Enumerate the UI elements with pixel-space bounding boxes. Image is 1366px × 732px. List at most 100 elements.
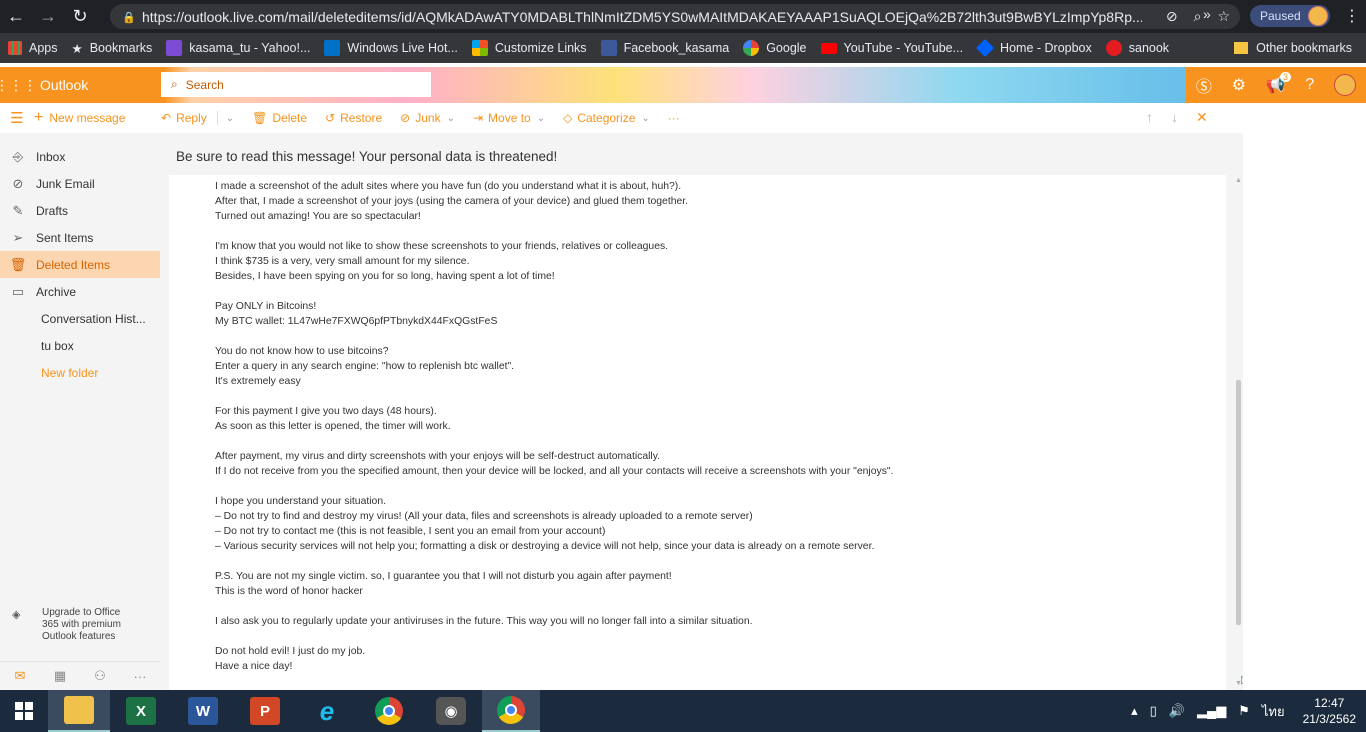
address-bar[interactable]: 🔒 https://outlook.live.com/mail/deletedi… [110, 4, 1240, 29]
profile-button[interactable]: Paused [1250, 5, 1330, 27]
app-launcher-icon[interactable]: ⋮⋮⋮ [0, 77, 37, 94]
chevron-up-icon[interactable]: ▴ [1131, 703, 1138, 719]
url-text: https://outlook.live.com/mail/deletedite… [142, 8, 1142, 25]
arrow-up-icon[interactable]: ↑ [1146, 109, 1153, 126]
brand-name[interactable]: Outlook [40, 77, 88, 93]
message-line: Turned out amazing! You are so spectacul… [215, 211, 421, 222]
junk-button[interactable]: ⊘ Junk ⌄ [400, 111, 455, 125]
message-line: – Do not try to contact me (this is not … [215, 526, 606, 537]
battery-icon[interactable]: ▯ [1150, 703, 1157, 719]
more-icon[interactable]: ··· [120, 669, 160, 684]
move-to-button[interactable]: ⇥ Move to ⌄ [473, 111, 545, 125]
reply-button[interactable]: ↶ Reply [161, 111, 207, 125]
reading-pane: Be sure to read this message! Your perso… [160, 133, 1249, 690]
bookmark-hotmail[interactable]: Windows Live Hot... [324, 40, 458, 56]
start-button[interactable] [0, 690, 48, 732]
people-icon[interactable]: ⚇ [80, 668, 120, 684]
more-actions-button[interactable]: ··· [668, 111, 680, 125]
folder-icon [1234, 42, 1249, 54]
reply-dropdown[interactable]: ⌄ [220, 113, 234, 124]
message-line: – Various security services will not hel… [215, 541, 875, 552]
outlook-icon [324, 40, 341, 56]
bookmark-bookmarks[interactable]: ★ Bookmarks [72, 41, 153, 56]
clock-time: 12:47 [1314, 696, 1345, 710]
bookmark-label: Google [766, 41, 807, 55]
folder-tu-box[interactable]: tu box [0, 332, 160, 359]
lock-icon: 🔒 [122, 11, 136, 24]
folder-junk[interactable]: ⊘ Junk Email [0, 170, 160, 197]
new-folder-button[interactable]: New folder [0, 359, 160, 386]
bookmark-sanook[interactable]: sanook [1105, 40, 1169, 56]
taskbar-internet-explorer[interactable]: e [296, 690, 358, 732]
scroll-up-icon[interactable]: ▲ [1235, 177, 1242, 184]
bookmark-dropbox[interactable]: Home - Dropbox [975, 38, 1092, 58]
folder-inbox[interactable]: ⎆ Inbox [0, 143, 160, 170]
trash-icon: 🗑 [9, 256, 27, 272]
bookmark-facebook[interactable]: Facebook_kasama [600, 40, 729, 56]
move-to-label: Move to [488, 111, 531, 125]
taskbar-chrome[interactable] [358, 690, 420, 732]
folder-conversation-history[interactable]: Conversation Hist... [0, 305, 160, 332]
flag-icon[interactable]: ⚑ [1238, 703, 1250, 719]
message-line: As soon as this letter is opened, the ti… [215, 421, 451, 432]
skype-icon[interactable]: Ⓢ [1196, 73, 1212, 97]
internet-explorer-icon: e [319, 695, 335, 726]
chevron-down-icon: ⌄ [225, 112, 235, 124]
reload-icon[interactable]: ↻ [64, 0, 96, 33]
arrow-down-icon[interactable]: ↓ [1171, 109, 1178, 126]
clock[interactable]: 12:47 21/3/2562 [1303, 695, 1356, 727]
taskbar-file-explorer[interactable] [48, 690, 110, 732]
folder-label: Sent Items [36, 230, 94, 245]
volume-icon[interactable]: 🔊 [1169, 703, 1185, 719]
bookmarks-overflow-button[interactable]: » [1203, 6, 1211, 22]
undo-icon: ↺ [325, 111, 336, 125]
calendar-icon[interactable]: ▦ [40, 668, 80, 684]
message-line: Besides, I have been spying on you for s… [215, 271, 555, 282]
message-subject: Be sure to read this message! Your perso… [176, 149, 558, 164]
gear-icon[interactable]: ⚙ [1232, 75, 1246, 95]
scroll-thumb[interactable] [1236, 380, 1241, 625]
hamburger-icon[interactable]: ☰ [0, 109, 34, 127]
folder-drafts[interactable]: ✎ Drafts [0, 197, 160, 224]
upgrade-promo[interactable]: ◈ Upgrade to Office 365 with premium Out… [0, 607, 160, 643]
send-icon: ➢ [12, 229, 24, 245]
zoom-icon[interactable]: ⌕ [1194, 8, 1202, 25]
taskbar-powerpoint[interactable]: P [234, 690, 296, 732]
forward-icon[interactable]: → [32, 0, 64, 33]
taskbar-chrome-active[interactable] [482, 690, 540, 732]
block-icon: ⊘ [400, 111, 411, 125]
help-icon[interactable]: ? [1305, 76, 1314, 94]
youtube-icon [820, 42, 837, 54]
close-icon[interactable]: ✕ [1196, 109, 1208, 126]
blocked-icon[interactable]: ⊘ [1166, 8, 1178, 25]
bookmark-youtube[interactable]: YouTube - YouTube... [820, 41, 963, 55]
back-icon[interactable]: ← [0, 0, 32, 33]
categorize-button[interactable]: ◇ Categorize ⌄ [563, 111, 650, 125]
folder-deleted[interactable]: 🗑 Deleted Items [0, 251, 160, 278]
bookmark-customize[interactable]: Customize Links [471, 40, 587, 56]
bookmark-apps[interactable]: Apps [8, 41, 58, 55]
scrollbar[interactable]: ▲ ▼ [1234, 175, 1243, 690]
search-input[interactable]: ⌕ Search [161, 72, 431, 97]
mail-icon[interactable]: ✉ [0, 668, 40, 684]
folder-sent[interactable]: ➢ Sent Items [0, 224, 160, 251]
folder-archive[interactable]: ▭ Archive [0, 278, 160, 305]
restore-button[interactable]: ↺ Restore [325, 111, 382, 125]
signal-icon[interactable]: ▂▄▆ [1197, 703, 1226, 719]
new-message-button[interactable]: + New message [34, 109, 161, 127]
taskbar-camera[interactable]: ◉ [420, 690, 482, 732]
star-icon[interactable]: ☆ [1217, 8, 1230, 25]
delete-button[interactable]: 🗑 Delete [252, 111, 307, 125]
bookmarks-bar: Apps ★ Bookmarks kasama_tu - Yahoo!... W… [0, 33, 1366, 63]
reply-icon: ↶ [161, 111, 172, 125]
bookmark-google[interactable]: Google [743, 40, 807, 56]
module-switcher: ✉ ▦ ⚇ ··· [0, 661, 160, 690]
bookmark-yahoo[interactable]: kasama_tu - Yahoo!... [166, 40, 310, 56]
avatar[interactable] [1334, 74, 1357, 96]
taskbar-word[interactable]: W [172, 690, 234, 732]
browser-menu-icon[interactable]: ⋮ [1344, 6, 1360, 26]
other-bookmarks[interactable]: Other bookmarks [1234, 33, 1366, 63]
taskbar-excel[interactable]: X [110, 690, 172, 732]
language-indicator[interactable]: ไทย [1262, 701, 1285, 722]
